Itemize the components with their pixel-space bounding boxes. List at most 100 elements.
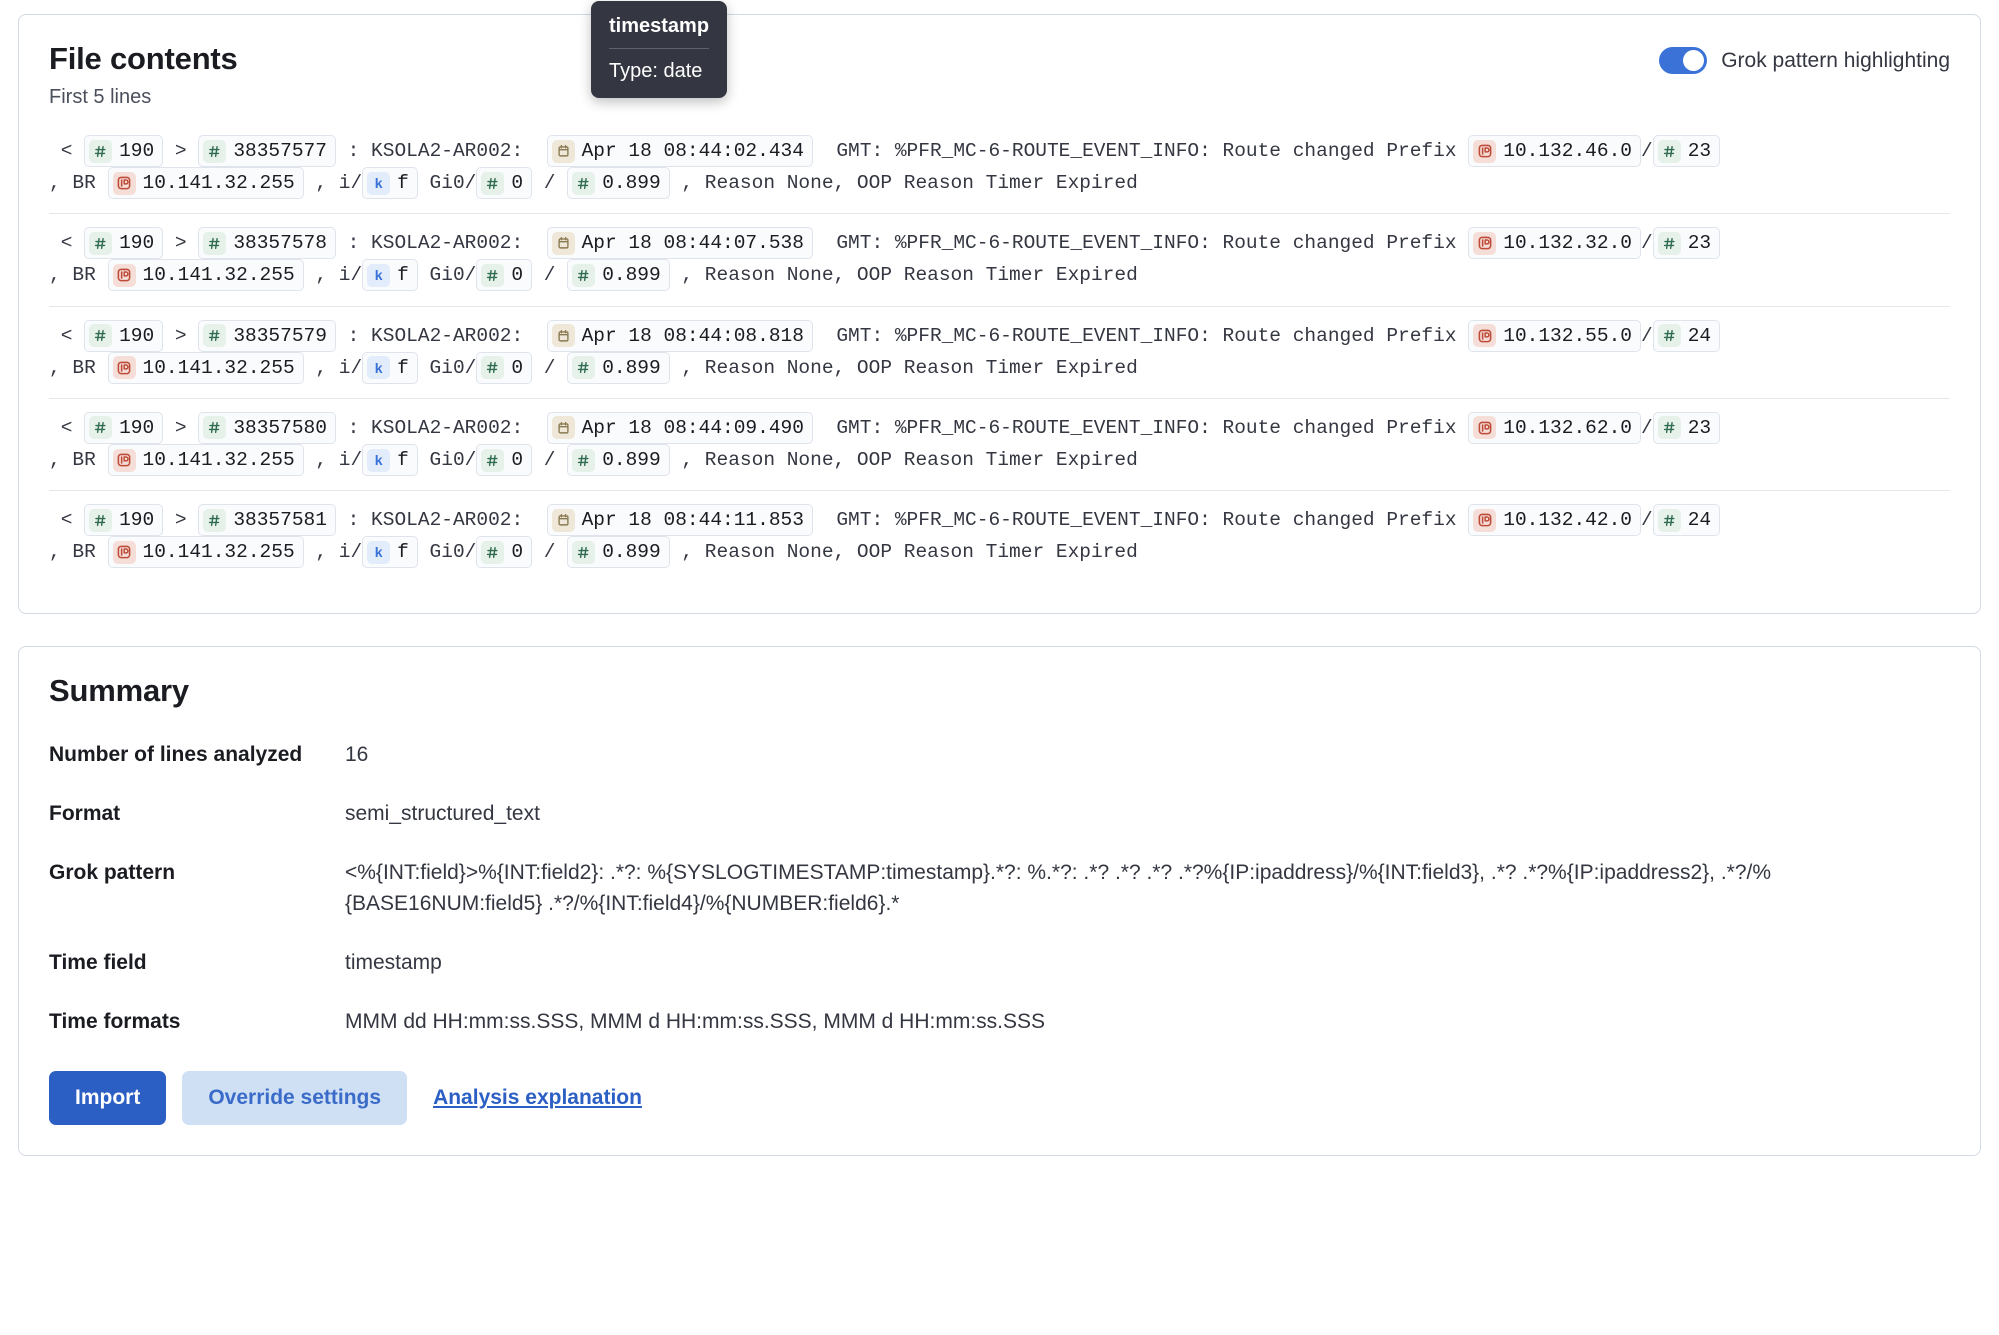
- grok-highlight-toggle-row[interactable]: Grok pattern highlighting: [1659, 47, 1950, 74]
- log-line-text: < 190 > 38357579 : KSOLA2-AR002: Apr 18 …: [49, 307, 1950, 398]
- date-field-icon: [552, 232, 575, 255]
- number-field-icon: [203, 416, 226, 439]
- log-prefix-ip-chip[interactable]: 10.132.46.0: [1468, 135, 1641, 167]
- number-field-icon: [203, 232, 226, 255]
- log-metric-chip[interactable]: 0.899: [567, 352, 670, 384]
- log-line: < 190 > 38357580 : KSOLA2-AR002: Apr 18 …: [49, 398, 1950, 490]
- log-sequence-chip[interactable]: 38357577: [198, 135, 336, 167]
- log-interface-number-chip[interactable]: 0: [476, 167, 532, 199]
- log-keyword-chip[interactable]: kf: [362, 536, 418, 568]
- ip-field-icon: [1473, 324, 1496, 347]
- number-field-icon: [572, 541, 595, 564]
- log-line-text: < 190 > 38357580 : KSOLA2-AR002: Apr 18 …: [49, 399, 1950, 490]
- log-metric-chip[interactable]: 0.899: [567, 259, 670, 291]
- file-contents-panel: timestamp Type: date File contents First…: [18, 14, 1981, 614]
- log-line-text: < 190 > 38357577 : KSOLA2-AR002: Apr 18 …: [49, 131, 1950, 213]
- log-prefix-length-chip[interactable]: 23: [1653, 227, 1720, 259]
- log-line: < 190 > 38357581 : KSOLA2-AR002: Apr 18 …: [49, 490, 1950, 582]
- log-interface-number-chip[interactable]: 0: [476, 259, 532, 291]
- log-br-ip-chip[interactable]: 10.141.32.255: [108, 444, 304, 476]
- log-prefix-ip-chip[interactable]: 10.132.62.0: [1468, 412, 1641, 444]
- log-prefix-ip-chip[interactable]: 10.132.32.0: [1468, 227, 1641, 259]
- tooltip-title: timestamp: [609, 13, 709, 48]
- log-timestamp-chip[interactable]: Apr 18 08:44:09.490: [547, 412, 813, 444]
- number-field-icon: [572, 449, 595, 472]
- log-facility-chip[interactable]: 190: [84, 135, 163, 167]
- override-settings-button[interactable]: Override settings: [182, 1071, 407, 1125]
- analysis-explanation-link[interactable]: Analysis explanation: [423, 1071, 652, 1125]
- log-interface-number-chip[interactable]: 0: [476, 536, 532, 568]
- log-timestamp-chip[interactable]: Apr 18 08:44:11.853: [547, 504, 813, 536]
- summary-row-label: Time formats: [49, 1006, 345, 1037]
- log-prefix-length-chip[interactable]: 23: [1653, 412, 1720, 444]
- grok-highlight-toggle[interactable]: [1659, 47, 1707, 74]
- summary-row-value: 16: [345, 739, 1950, 770]
- ip-field-icon: [1473, 140, 1496, 163]
- file-contents-header: File contents First 5 lines Grok pattern…: [49, 41, 1950, 109]
- log-facility-chip[interactable]: 190: [84, 227, 163, 259]
- ip-field-icon: [1473, 232, 1496, 255]
- log-metric-chip[interactable]: 0.899: [567, 167, 670, 199]
- number-field-icon: [572, 264, 595, 287]
- log-prefix-length-chip[interactable]: 24: [1653, 320, 1720, 352]
- log-prefix-ip-chip[interactable]: 10.132.55.0: [1468, 320, 1641, 352]
- number-field-icon: [203, 509, 226, 532]
- summary-row: Formatsemi_structured_text: [49, 798, 1950, 829]
- log-keyword-chip[interactable]: kf: [362, 352, 418, 384]
- log-timestamp-chip[interactable]: Apr 18 08:44:08.818: [547, 320, 813, 352]
- keyword-field-icon: k: [367, 541, 390, 564]
- summary-row: Number of lines analyzed16: [49, 739, 1950, 770]
- log-keyword-chip[interactable]: kf: [362, 259, 418, 291]
- number-field-icon: [481, 356, 504, 379]
- title-block: File contents First 5 lines: [49, 41, 238, 109]
- log-facility-chip[interactable]: 190: [84, 504, 163, 536]
- summary-panel: Summary Number of lines analyzed16 Format…: [18, 646, 1981, 1156]
- log-facility-chip[interactable]: 190: [84, 412, 163, 444]
- summary-row: Grok pattern<%{INT:field}>%{INT:field2}:…: [49, 857, 1950, 919]
- log-timestamp-chip[interactable]: Apr 18 08:44:02.434: [547, 135, 813, 167]
- field-tooltip: timestamp Type: date: [591, 1, 727, 98]
- number-field-icon: [1658, 324, 1681, 347]
- log-br-ip-chip[interactable]: 10.141.32.255: [108, 259, 304, 291]
- number-field-icon: [89, 232, 112, 255]
- log-sequence-chip[interactable]: 38357578: [198, 227, 336, 259]
- ip-field-icon: [113, 449, 136, 472]
- summary-title: Summary: [49, 673, 1950, 709]
- log-br-ip-chip[interactable]: 10.141.32.255: [108, 536, 304, 568]
- log-prefix-ip-chip[interactable]: 10.132.42.0: [1468, 504, 1641, 536]
- log-keyword-chip[interactable]: kf: [362, 444, 418, 476]
- log-prefix-length-chip[interactable]: 23: [1653, 135, 1720, 167]
- log-keyword-chip[interactable]: kf: [362, 167, 418, 199]
- log-br-ip-chip[interactable]: 10.141.32.255: [108, 352, 304, 384]
- log-metric-chip[interactable]: 0.899: [567, 536, 670, 568]
- log-sequence-chip[interactable]: 38357581: [198, 504, 336, 536]
- log-interface-number-chip[interactable]: 0: [476, 352, 532, 384]
- summary-row: Time fieldtimestamp: [49, 947, 1950, 978]
- log-facility-chip[interactable]: 190: [84, 320, 163, 352]
- log-sequence-chip[interactable]: 38357579: [198, 320, 336, 352]
- tooltip-divider: [609, 48, 709, 49]
- ip-field-icon: [113, 356, 136, 379]
- number-field-icon: [572, 356, 595, 379]
- log-interface-number-chip[interactable]: 0: [476, 444, 532, 476]
- log-lines-container: < 190 > 38357577 : KSOLA2-AR002: Apr 18 …: [49, 131, 1950, 583]
- keyword-field-icon: k: [367, 356, 390, 379]
- keyword-field-icon: k: [367, 449, 390, 472]
- log-prefix-length-chip[interactable]: 24: [1653, 504, 1720, 536]
- tooltip-type: Type: date: [609, 58, 709, 84]
- number-field-icon: [481, 541, 504, 564]
- import-button[interactable]: Import: [49, 1071, 166, 1125]
- log-sequence-chip[interactable]: 38357580: [198, 412, 336, 444]
- page-root: timestamp Type: date File contents First…: [0, 0, 1999, 1176]
- ip-field-icon: [113, 264, 136, 287]
- log-timestamp-chip[interactable]: Apr 18 08:44:07.538: [547, 227, 813, 259]
- number-field-icon: [203, 324, 226, 347]
- log-line-text: < 190 > 38357578 : KSOLA2-AR002: Apr 18 …: [49, 214, 1950, 305]
- log-metric-chip[interactable]: 0.899: [567, 444, 670, 476]
- number-field-icon: [89, 140, 112, 163]
- summary-row-label: Grok pattern: [49, 857, 345, 888]
- number-field-icon: [89, 324, 112, 347]
- number-field-icon: [481, 172, 504, 195]
- toggle-knob: [1683, 50, 1704, 71]
- log-br-ip-chip[interactable]: 10.141.32.255: [108, 167, 304, 199]
